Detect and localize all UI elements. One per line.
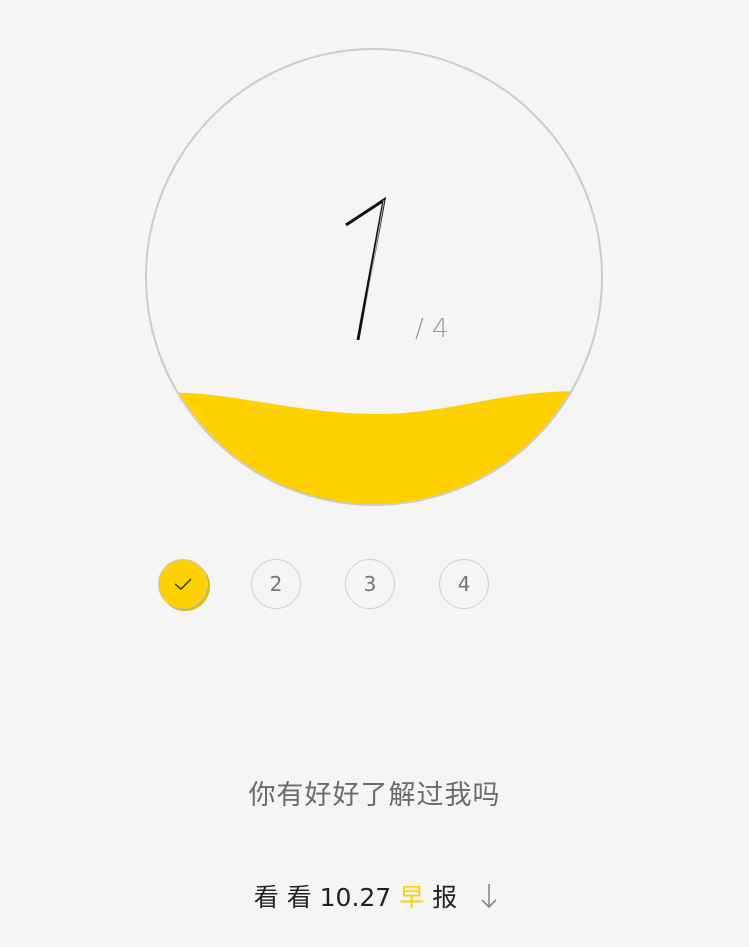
footer-highlight: 早 bbox=[399, 883, 425, 912]
step-2-button[interactable]: 2 bbox=[251, 559, 301, 609]
current-step-number bbox=[345, 196, 387, 341]
footer-prefix: 看 看 10.27 bbox=[253, 883, 392, 912]
read-morning-report-link[interactable]: 看 看 10.27 早 报 bbox=[0, 878, 749, 914]
step-4-label: 4 bbox=[457, 572, 471, 596]
check-icon bbox=[174, 578, 192, 590]
step-3-button[interactable]: 3 bbox=[345, 559, 395, 609]
arrow-down-icon bbox=[481, 884, 497, 909]
total-steps-label: / 4 bbox=[415, 314, 449, 344]
step-4-button[interactable]: 4 bbox=[439, 559, 489, 609]
step-1-button[interactable] bbox=[158, 559, 208, 609]
step-2-label: 2 bbox=[269, 572, 283, 596]
quiz-screen: / 4 2 3 4 你有好好了解过我吗 看 看 10.27 早 报 bbox=[0, 0, 749, 947]
question-text: 你有好好了解过我吗 bbox=[248, 780, 501, 811]
footer-suffix: 报 bbox=[432, 883, 458, 912]
step-3-label: 3 bbox=[363, 572, 377, 596]
